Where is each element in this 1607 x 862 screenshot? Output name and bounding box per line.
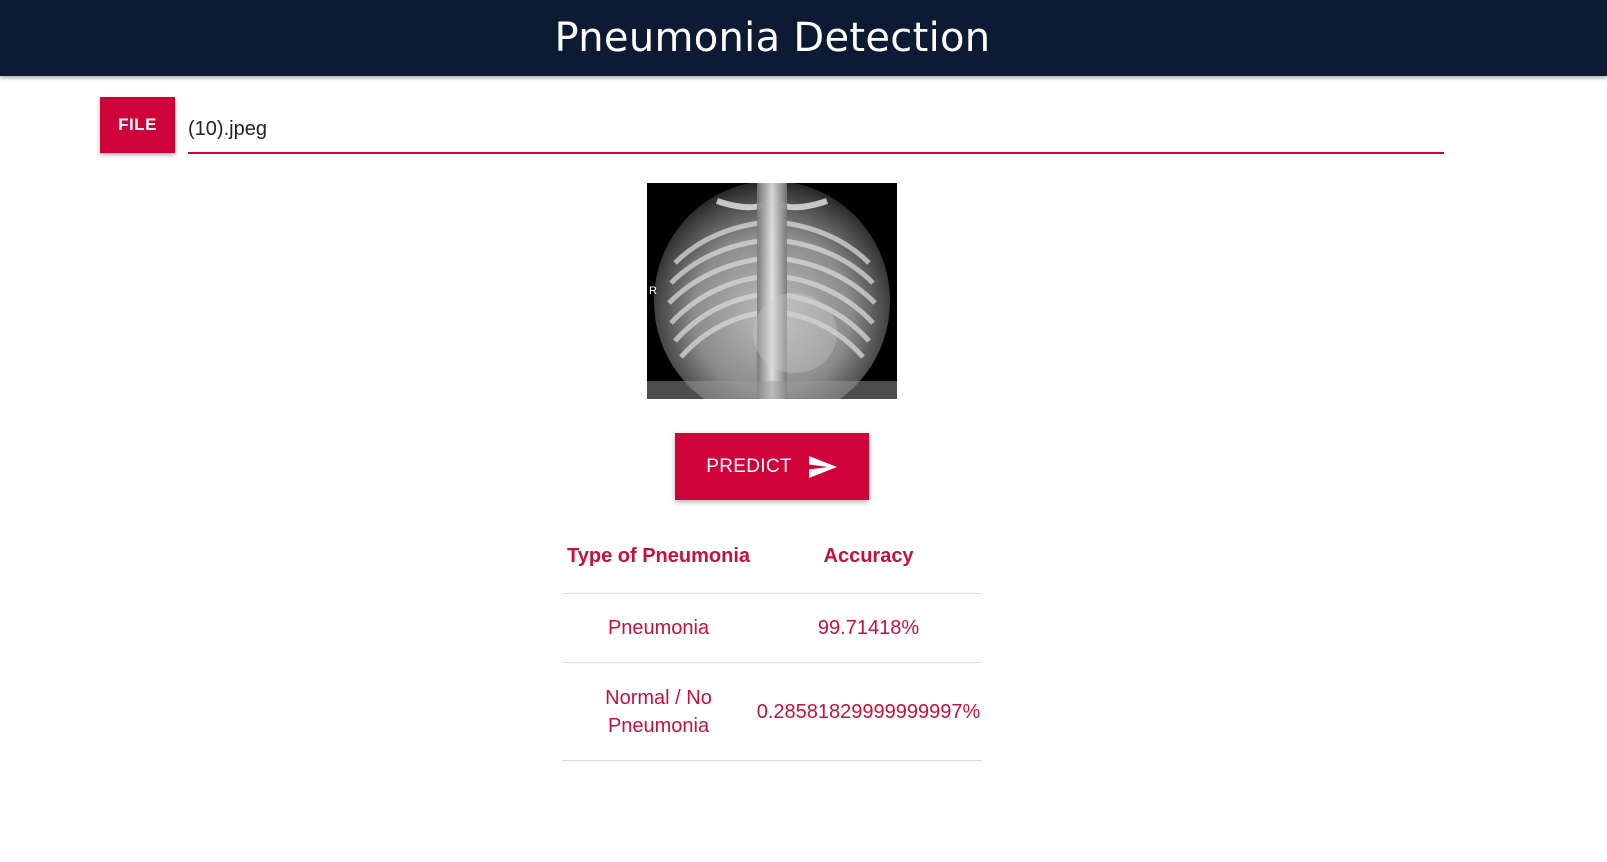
file-path-field[interactable] (188, 106, 1444, 154)
result-type-cell: Pneumonia (562, 593, 756, 663)
app-header: Pneumonia Detection (0, 0, 1607, 76)
table-row: Normal / No Pneumonia 0.2858182999999999… (562, 662, 982, 761)
column-header-accuracy: Accuracy (755, 520, 982, 594)
xray-side-marker: R (649, 285, 657, 297)
result-type-cell: Normal / No Pneumonia (562, 662, 756, 761)
predict-button[interactable]: PREDICT (675, 433, 869, 500)
file-button[interactable]: FILE (100, 97, 175, 153)
xray-preview-image: R (647, 183, 897, 399)
results-header-row: Type of Pneumonia Accuracy (562, 520, 982, 594)
result-accuracy-cell: 0.28581829999999997% (755, 662, 982, 761)
table-row: Pneumonia 99.71418% (562, 593, 982, 663)
send-icon (808, 455, 838, 479)
predict-label: PREDICT (706, 455, 792, 477)
result-accuracy-cell: 99.71418% (755, 593, 982, 663)
page-title: Pneumonia Detection (554, 15, 991, 61)
column-header-type: Type of Pneumonia (562, 520, 756, 594)
results-table: Type of Pneumonia Accuracy Pneumonia 99.… (562, 520, 982, 761)
